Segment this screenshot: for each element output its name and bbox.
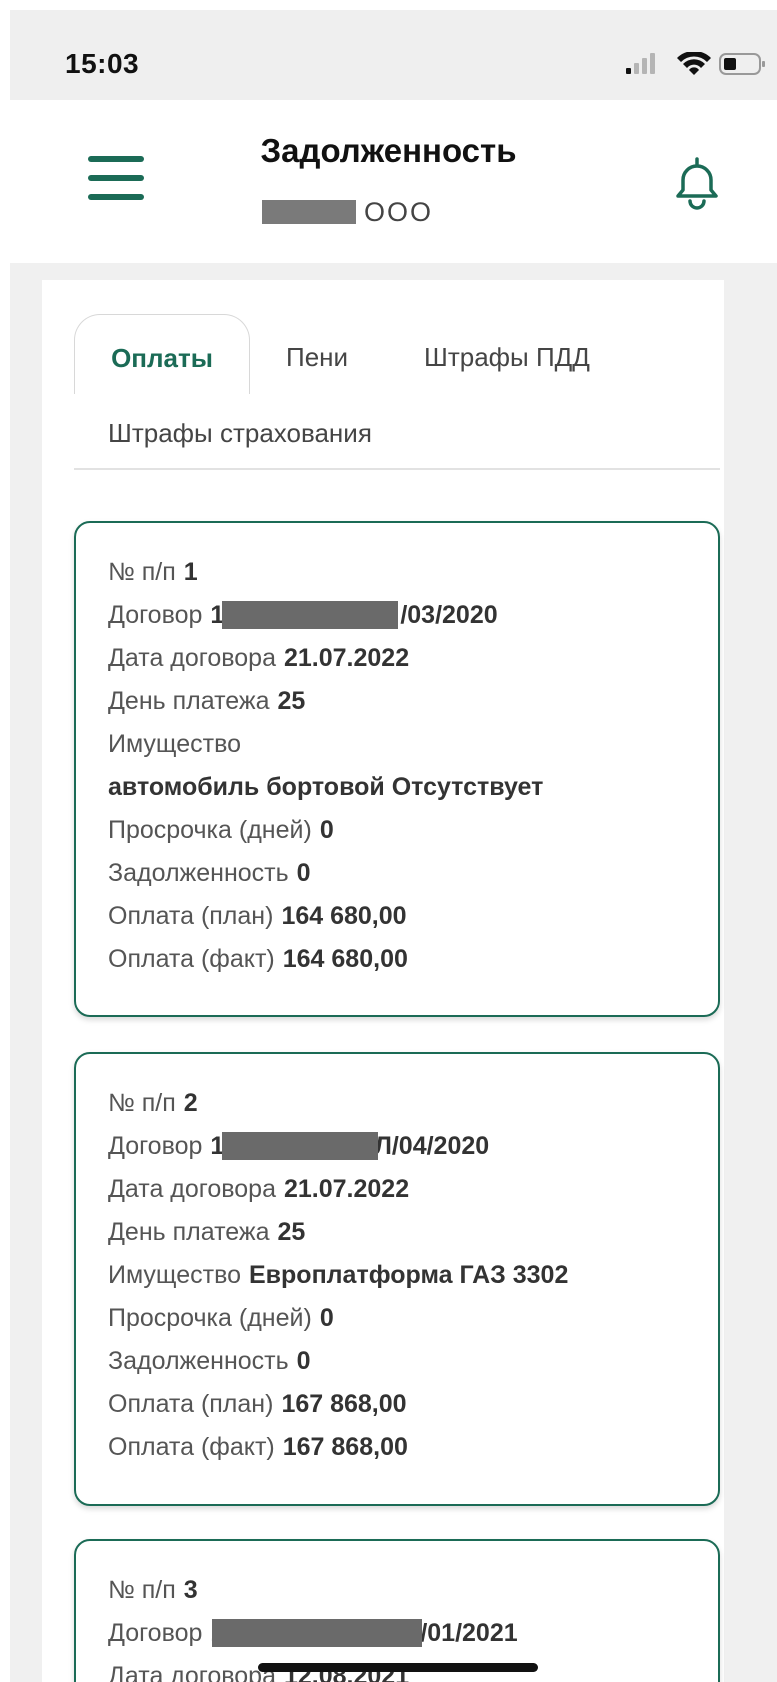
payment-card[interactable]: № п/п 2 Договор 1 Л/04/2020 Дата договора 21…: [74, 1052, 720, 1506]
row-number-field: № п/п 3: [108, 1569, 718, 1612]
contract-date-value: 21.07.2022: [283, 1175, 410, 1203]
status-icons: [622, 50, 772, 76]
contract-label: Договор: [108, 1619, 203, 1647]
row-number-value: 2: [183, 1089, 198, 1117]
contract-suffix: /01/2021: [420, 1619, 518, 1647]
payment-plan-label: Оплата (план): [108, 902, 274, 930]
contract-label: Договор: [108, 601, 203, 629]
home-indicator[interactable]: [258, 1663, 538, 1672]
tab-traffic-fines[interactable]: Штрафы ПДД: [424, 342, 590, 373]
bell-icon[interactable]: [670, 155, 724, 211]
row-number-label: № п/п: [108, 1089, 176, 1117]
debt-panel: Оплаты Пени Штрафы ПДД Штрафы страховани…: [42, 280, 724, 1682]
payment-day-value: 25: [277, 687, 306, 715]
overdue-days-label: Просрочка (дней): [108, 1304, 312, 1332]
payment-day-value: 25: [277, 1218, 306, 1246]
contract-date-label: Дата договора: [108, 1175, 276, 1203]
debt-value: 0: [296, 1347, 311, 1375]
contract-date-value: 21.07.2022: [283, 644, 410, 672]
contract-date-label: Дата договора: [108, 644, 276, 672]
contract-field: Договор 1/03/2020: [108, 594, 718, 637]
overdue-days-label: Просрочка (дней): [108, 816, 312, 844]
debt-field: Задолженность 0: [108, 852, 718, 895]
contract-date-field: Дата договора 21.07.2022: [108, 1168, 718, 1211]
contract-date-label: Дата договора: [108, 1662, 276, 1682]
payment-day-label: День платежа: [108, 687, 270, 715]
debt-label: Задолженность: [108, 1347, 289, 1375]
cellular-signal-icon: [626, 53, 655, 74]
payment-fact-field: Оплата (факт) 164 680,00: [108, 938, 718, 981]
payment-fact-label: Оплата (факт): [108, 1433, 275, 1461]
status-bar: 15:03: [10, 10, 777, 100]
row-number-field: № п/п 2: [108, 1082, 718, 1125]
payment-fact-value: 167 868,00: [282, 1433, 408, 1461]
redacted-contract: [212, 1619, 423, 1647]
payment-plan-label: Оплата (план): [108, 1390, 274, 1418]
contract-suffix: /03/2020: [400, 601, 498, 629]
tab-insurance-fines[interactable]: Штрафы страхования: [108, 418, 372, 449]
row-number-label: № п/п: [108, 1576, 176, 1604]
property-label-field: Имущество: [108, 723, 718, 766]
property-value: автомобиль бортовой Отсутствует: [108, 773, 544, 801]
contract-field: Договор 1 Л/04/2020: [108, 1125, 718, 1168]
app-screen: 15:03 Задолженность ООО Оплаты Пени Штра…: [0, 0, 777, 1682]
contract-value: 1 Л/04/2020: [210, 1125, 489, 1168]
property-label: Имущество: [108, 730, 241, 758]
property-value-field: автомобиль бортовой Отсутствует: [108, 766, 718, 809]
overdue-days-value: 0: [319, 1304, 334, 1332]
wifi-icon: [677, 50, 711, 75]
row-number-value: 1: [183, 558, 198, 586]
tab-payments[interactable]: Оплаты: [74, 314, 250, 394]
contract-field: Договор1/01/2021: [108, 1612, 718, 1655]
payment-card[interactable]: № п/п 1 Договор 1/03/2020 Дата договора 21.…: [74, 521, 720, 1017]
row-number-value: 3: [183, 1576, 198, 1604]
payment-plan-field: Оплата (план) 164 680,00: [108, 895, 718, 938]
redacted-company-name: [262, 200, 356, 224]
app-header: Задолженность ООО: [0, 100, 777, 263]
company-name: ООО: [364, 196, 434, 227]
row-number-field: № п/п 1: [108, 551, 718, 594]
payment-plan-value: 164 680,00: [281, 902, 407, 930]
payment-day-label: День платежа: [108, 1218, 270, 1246]
payment-plan-field: Оплата (план) 167 868,00: [108, 1383, 718, 1426]
property-value: Европлатформа ГАЗ 3302: [248, 1261, 569, 1289]
redacted-contract: [222, 1132, 379, 1160]
debt-label: Задолженность: [108, 859, 289, 887]
page-title: Задолженность: [260, 132, 517, 169]
redacted-contract: [222, 601, 399, 629]
contract-label: Договор: [108, 1132, 203, 1160]
debt-value: 0: [296, 859, 311, 887]
payment-day-field: День платежа 25: [108, 680, 718, 723]
property-field: Имущество Европлатформа ГАЗ 3302: [108, 1254, 718, 1297]
payment-fact-field: Оплата (факт) 167 868,00: [108, 1426, 718, 1469]
battery-icon: [719, 53, 765, 75]
payment-plan-value: 167 868,00: [281, 1390, 407, 1418]
overdue-days-field: Просрочка (дней) 0: [108, 809, 718, 852]
payment-fact-label: Оплата (факт): [108, 945, 275, 973]
contract-date-field: Дата договора 21.07.2022: [108, 637, 718, 680]
contract-value: 1/03/2020: [210, 594, 498, 637]
property-label: Имущество: [108, 1261, 241, 1289]
debt-field: Задолженность 0: [108, 1340, 718, 1383]
tab-penalties[interactable]: Пени: [286, 342, 348, 373]
payment-fact-value: 164 680,00: [282, 945, 408, 973]
tabs-divider: [74, 468, 720, 470]
payment-card[interactable]: № п/п3 Договор1/01/2021 Дата договора12.…: [74, 1539, 720, 1682]
contract-suffix: Л/04/2020: [374, 1132, 490, 1160]
payment-day-field: День платежа 25: [108, 1211, 718, 1254]
row-number-label: № п/п: [108, 558, 176, 586]
company-selector: ООО: [262, 195, 433, 229]
overdue-days-value: 0: [319, 816, 334, 844]
status-time: 15:03: [65, 48, 140, 79]
contract-value: 1/01/2021: [210, 1612, 518, 1655]
overdue-days-field: Просрочка (дней) 0: [108, 1297, 718, 1340]
